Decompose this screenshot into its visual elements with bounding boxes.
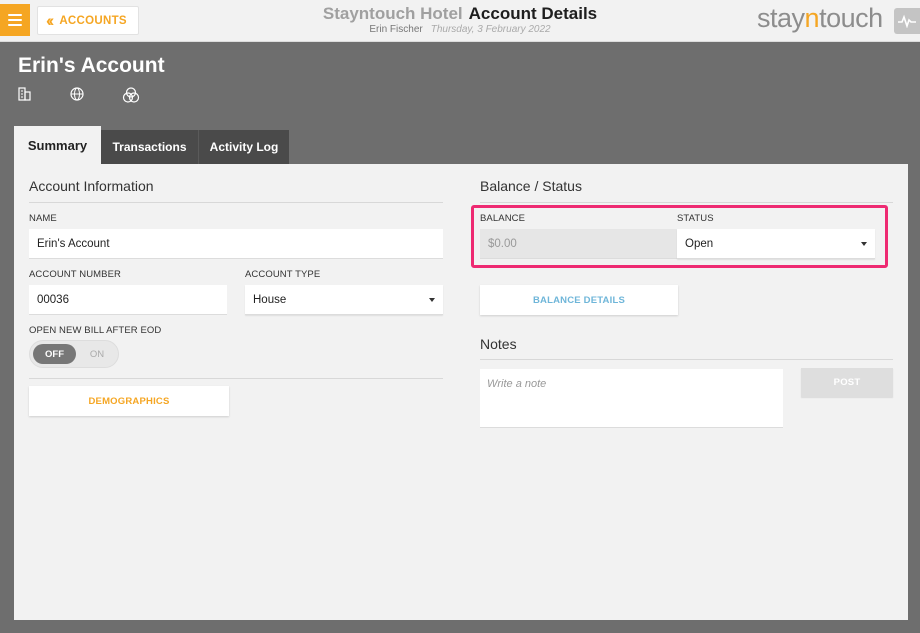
- account-name-input[interactable]: Erin's Account: [29, 229, 443, 259]
- tab-summary[interactable]: Summary: [14, 126, 101, 165]
- divider: [480, 202, 893, 203]
- post-note-button[interactable]: POST: [801, 368, 893, 397]
- account-type-label: ACCOUNT TYPE: [245, 269, 321, 280]
- balance-status-title: Balance / Status: [480, 178, 582, 194]
- hotel-name: Stayntouch Hotel: [322, 4, 463, 23]
- tab-activity-log[interactable]: Activity Log: [198, 130, 289, 164]
- account-type-value: House: [253, 293, 287, 306]
- globe-icon: [70, 87, 122, 103]
- account-information-title: Account Information: [29, 178, 154, 194]
- overlapping-circles-icon: [122, 87, 174, 103]
- account-number-label: ACCOUNT NUMBER: [29, 269, 122, 280]
- business-date: Thursday, 3 February 2022: [430, 24, 551, 35]
- account-number-input[interactable]: 00036: [29, 285, 227, 315]
- open-new-bill-toggle[interactable]: OFF ON: [29, 340, 119, 368]
- activity-pulse-button[interactable]: [894, 8, 920, 34]
- toggle-on-option: ON: [89, 348, 105, 360]
- demographics-button[interactable]: DEMOGRAPHICS: [29, 386, 229, 416]
- tab-transactions[interactable]: Transactions: [101, 130, 198, 164]
- account-type-select[interactable]: House: [245, 285, 443, 315]
- caret-down-icon: [429, 298, 435, 302]
- toggle-off-option: OFF: [33, 344, 76, 364]
- account-type-icons: [18, 87, 174, 103]
- notes-title: Notes: [480, 336, 517, 352]
- top-header: ‹‹ ACCOUNTS Stayntouch Hotel Account Deta…: [0, 0, 920, 42]
- open-new-bill-label: OPEN NEW BILL AFTER EOD: [29, 325, 162, 336]
- balance-status-highlight: [471, 205, 888, 268]
- page-title: Account Details: [468, 4, 598, 23]
- balance-details-button[interactable]: BALANCE DETAILS: [480, 285, 678, 315]
- account-title: Erin's Account: [18, 54, 165, 77]
- user-name: Erin Fischer: [369, 24, 423, 35]
- pulse-icon: [898, 14, 916, 28]
- building-icon: [18, 87, 70, 103]
- stayntouch-logo: stayntouch: [757, 3, 883, 33]
- divider: [29, 378, 443, 379]
- note-textarea[interactable]: Write a note: [480, 369, 783, 428]
- divider: [29, 202, 443, 203]
- name-label: NAME: [29, 213, 57, 224]
- divider: [480, 359, 893, 360]
